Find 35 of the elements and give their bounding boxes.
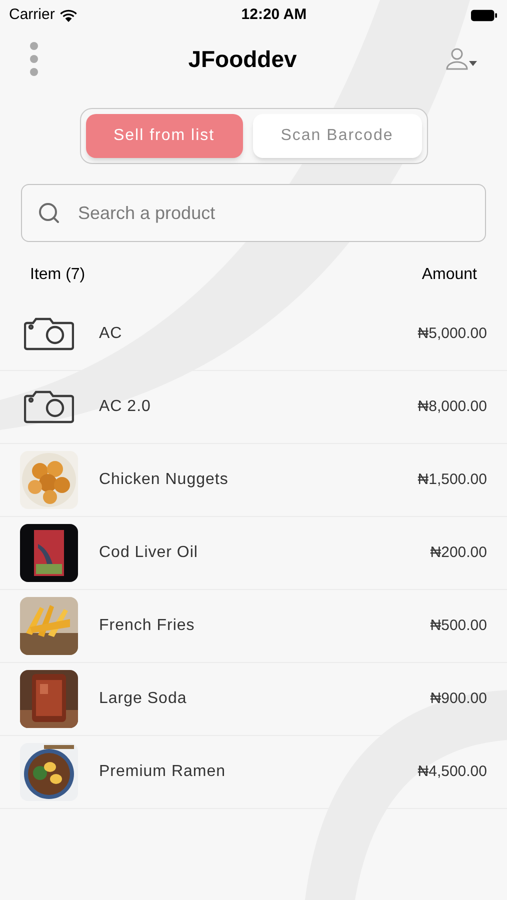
product-row[interactable]: AC ₦5,000.00 xyxy=(0,298,507,371)
product-row[interactable]: Large Soda ₦900.00 xyxy=(0,663,507,736)
product-row[interactable]: AC 2.0 ₦8,000.00 xyxy=(0,371,507,444)
product-name: French Fries xyxy=(99,616,196,636)
product-row[interactable]: French Fries ₦500.00 xyxy=(0,590,507,663)
product-price: ₦900.00 xyxy=(430,688,487,709)
wifi-icon xyxy=(58,8,78,22)
product-name: AC 2.0 xyxy=(99,397,152,417)
product-price: ₦200.00 xyxy=(430,542,487,563)
search-field[interactable]: Search a product xyxy=(21,184,486,242)
product-name: Cod Liver Oil xyxy=(99,543,199,563)
product-name: Premium Ramen xyxy=(99,762,227,782)
product-price: ₦500.00 xyxy=(430,616,487,636)
product-price: ₦8,000.00 xyxy=(418,396,487,417)
battery-icon xyxy=(470,8,498,22)
product-name: Chicken Nuggets xyxy=(99,470,230,490)
amount-heading: Amount xyxy=(422,265,477,285)
product-row[interactable]: Chicken Nuggets ₦1,500.00 xyxy=(0,444,507,517)
more-icon xyxy=(30,42,38,76)
product-price: ₦5,000.00 xyxy=(418,324,487,344)
camera-icon xyxy=(24,390,74,424)
user-caret-icon xyxy=(445,47,479,71)
product-row[interactable]: Premium Ramen ₦4,500.00 xyxy=(0,736,507,809)
product-price: ₦4,500.00 xyxy=(418,762,487,782)
item-count-heading: Item (7) xyxy=(30,265,86,285)
product-row[interactable]: Cod Liver Oil ₦200.00 xyxy=(0,517,507,590)
product-name: AC xyxy=(99,324,124,344)
product-name: Large Soda xyxy=(99,689,188,709)
carrier-label: Carrier xyxy=(9,4,55,25)
product-price: ₦1,500.00 xyxy=(418,470,487,490)
search-icon xyxy=(37,201,61,225)
account-button[interactable] xyxy=(445,47,479,71)
camera-icon xyxy=(24,317,74,351)
status-time: 12:20 AM xyxy=(241,4,307,25)
app-title: JFooddev xyxy=(188,44,297,74)
